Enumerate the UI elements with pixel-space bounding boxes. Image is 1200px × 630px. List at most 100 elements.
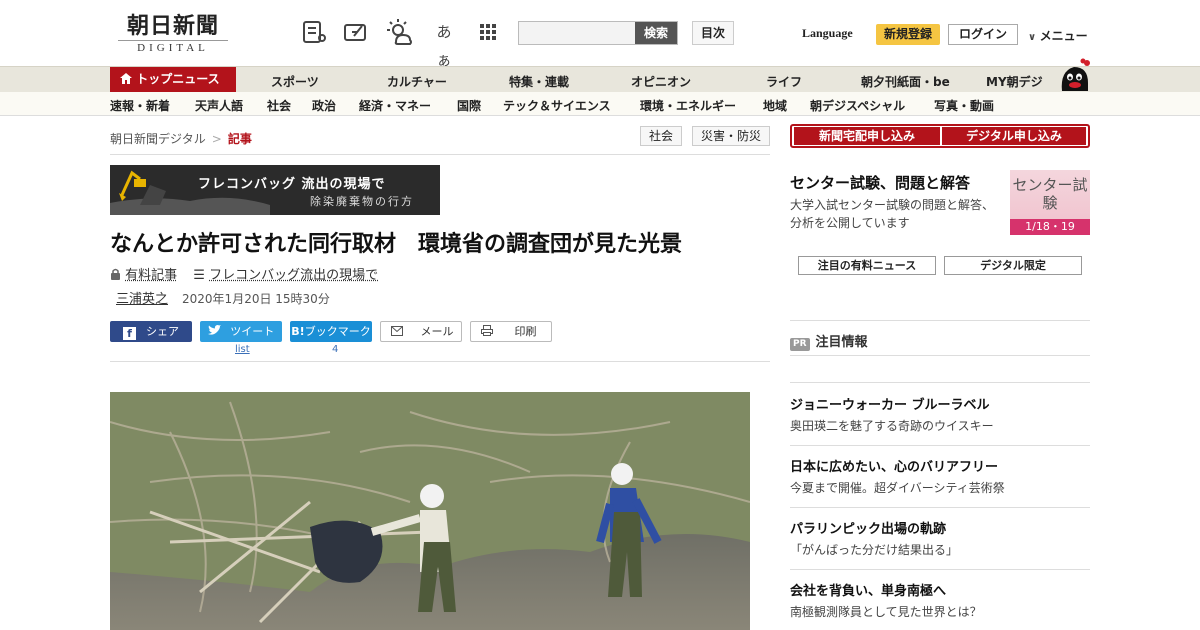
nav2-item-breaking[interactable]: 速報・新着 [110,97,170,114]
nav-item-culture[interactable]: カルチャー [387,73,447,90]
secondary-nav: 速報・新着 天声人語 社会 政治 経済・マネー 国際 テック＆サイエンス 環境・… [0,92,1200,116]
mascot-icon[interactable] [1056,57,1092,93]
digital-limited-button[interactable]: デジタル限定 [944,256,1082,275]
twitter-count-link[interactable]: list [235,344,250,355]
nav-item-features[interactable]: 特集・連載 [509,73,569,90]
promo-badge-title: センター試験 [1012,176,1088,212]
login-button[interactable]: ログイン [948,24,1018,45]
nav2-item-environment[interactable]: 環境・エネルギー [640,97,736,114]
nav2-item-society[interactable]: 社会 [267,97,291,114]
site-header: 朝日新聞 DIGITAL あぁ 検索 目次 Language 新規登録 ログイン… [0,0,1200,69]
pr-badge: PR [790,338,810,351]
nav2-item-international[interactable]: 国際 [457,97,481,114]
apps-grid-icon[interactable] [474,18,502,46]
nav2-item-regional[interactable]: 地域 [763,97,787,114]
twitter-icon [207,325,231,338]
print-button[interactable]: 印刷 [470,321,552,342]
nav2-item-photo-video[interactable]: 写真・動画 [934,97,994,114]
print-icon [481,325,515,338]
pr-item-title[interactable]: ジョニーウォーカー ブルーラベル [790,394,990,413]
tag-disaster[interactable]: 災害・防災 [692,126,770,146]
promo-description: 大学入試センター試験の問題と解答、分析を公開しています [790,198,995,230]
divider [110,361,770,362]
facebook-share-button[interactable]: f シェア [110,321,192,342]
river-survey-photo [110,392,750,630]
logo-digital: DIGITAL [118,40,228,54]
promo-badge-image[interactable]: センター試験 1/18・19 [1010,170,1090,235]
search-form: 検索 [518,21,678,45]
nav-item-sports[interactable]: スポーツ [271,73,319,90]
pr-item-subtitle[interactable]: 奥田瑛二を魅了する奇跡のウイスキー [790,417,994,434]
pr-item-title[interactable]: 会社を背負い、単身南極へ [790,580,946,599]
series-banner[interactable]: フレコンバッグ 流出の現場で 除染廃棄物の行方 [110,165,440,215]
paper-edition-icon[interactable] [300,18,328,46]
publish-date: 2020年1月20日 15時30分 [182,292,330,306]
author-link[interactable]: 三浦英之 [116,292,168,307]
article-photo[interactable] [110,392,750,630]
weather-icon[interactable] [386,18,414,46]
banner-subtitle: 除染廃棄物の行方 [310,195,414,208]
divider [790,445,1090,446]
toc-button[interactable]: 目次 [692,21,734,45]
divider [790,355,1090,356]
subscribe-box: 新聞宅配申し込み デジタル申し込み [790,124,1090,148]
pr-item-title[interactable]: 日本に広めたい、心のバリアフリー [790,456,998,475]
series-link[interactable]: フレコンバッグ流出の現場で [209,268,378,283]
subscribe-paper-button[interactable]: 新聞宅配申し込み [794,127,940,145]
breadcrumb-home[interactable]: 朝日新聞デジタル [110,132,206,146]
pr-heading-label: 注目情報 [815,335,868,350]
promo-badge-date: 1/18・19 [1010,219,1090,235]
nav-item-my-asahi[interactable]: MY朝デジ [986,73,1043,90]
font-size-icon[interactable]: あぁ [430,18,458,69]
search-button[interactable]: 検索 [635,22,677,44]
nav2-item-economy[interactable]: 経済・マネー [359,97,431,114]
banner-title: フレコンバッグ 流出の現場で [198,177,386,192]
twitter-share-label: ツイート [230,325,275,338]
pr-item-subtitle[interactable]: 「がんばった分だけ結果出る」 [790,541,958,558]
nav2-item-tech-science[interactable]: テック＆サイエンス [503,97,611,114]
nav2-item-tenseijingo[interactable]: 天声人語 [195,97,243,114]
promo-title[interactable]: センター試験、問題と解答 [790,172,970,193]
paid-article-label[interactable]: 有料記事 [125,268,177,283]
language-link[interactable]: Language [802,26,853,41]
mail-share-button[interactable]: メール [380,321,462,342]
print-label: 印刷 [514,325,537,338]
register-button[interactable]: 新規登録 [876,24,940,45]
article-headline: なんとか許可された同行取材 環境省の調査団が見た光景 [110,232,683,257]
facebook-icon: f [123,327,136,340]
nav-item-paper-be[interactable]: 朝夕刊紙面・be [861,73,950,90]
paid-news-button[interactable]: 注目の有料ニュース [798,256,936,275]
pr-item-subtitle[interactable]: 南極観測隊員として見た世界とは？ [790,603,982,620]
lock-icon [110,268,125,283]
nav-item-label: トップニュース [136,72,220,86]
hatena-share-label: ブックマーク [304,325,371,338]
pr-item-subtitle[interactable]: 今夏まで開催。超ダイバーシティ芸術祭 [790,479,1005,496]
mail-icon [391,325,421,338]
home-icon [120,72,136,86]
breadcrumb-current: 記事 [227,132,252,146]
nav-item-opinion[interactable]: オピニオン [631,73,691,90]
chevron-down-icon: ∨ [1028,32,1040,43]
search-input[interactable] [519,22,637,44]
article-meta: 有料記事 ☰ フレコンバッグ流出の現場で [110,264,378,283]
pr-item-title[interactable]: パラリンピック出場の軌跡 [790,518,946,537]
mail-share-label: メール [420,325,454,338]
nav-item-life[interactable]: ライフ [766,73,802,90]
nav2-item-politics[interactable]: 政治 [312,97,336,114]
nav-item-top-news[interactable]: トップニュース [110,67,236,93]
nav2-item-special[interactable]: 朝デジスペシャル [810,97,905,114]
hatena-count[interactable]: 4 [332,344,338,355]
pr-heading: PR 注目情報 [790,331,868,351]
tag-society[interactable]: 社会 [640,126,682,146]
divider [790,507,1090,508]
byline: 三浦英之 2020年1月20日 15時30分 [116,288,330,307]
facebook-share-label: シェア [146,325,179,338]
menu-button[interactable]: ∨ メニュー [1028,27,1088,44]
subscribe-digital-button[interactable]: デジタル申し込み [942,127,1086,145]
logo-kanji: 朝日新聞 [126,13,219,39]
twitter-share-button[interactable]: ツイート [200,321,282,342]
menu-label: メニュー [1039,29,1088,43]
hatena-bookmark-button[interactable]: B!ブックマーク [290,321,372,342]
site-logo[interactable]: 朝日新聞 DIGITAL [118,14,228,54]
scrap-icon[interactable] [342,18,370,46]
